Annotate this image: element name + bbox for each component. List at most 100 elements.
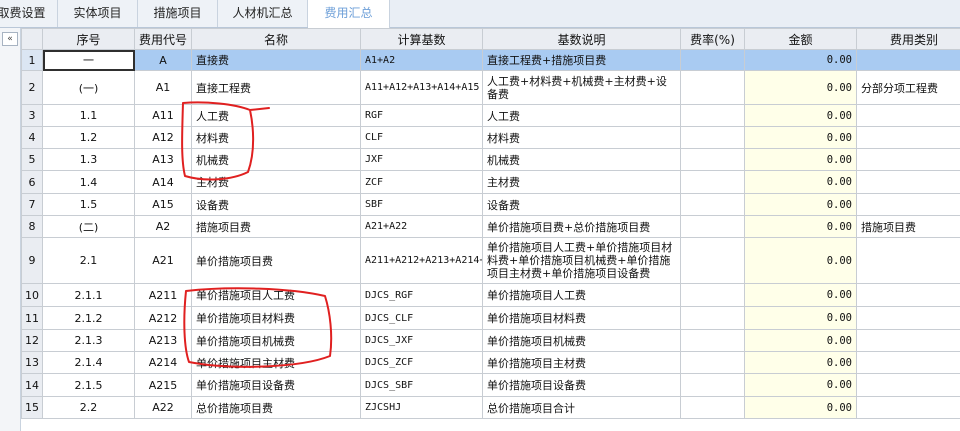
cell-name[interactable]: 材料费 bbox=[191, 126, 361, 149]
cell-seq[interactable]: 2.1.3 bbox=[42, 329, 135, 352]
table-row[interactable]: 3 1.1 A11 人工费 RGF 人工费 0.00 bbox=[21, 104, 960, 127]
cell-rate[interactable] bbox=[680, 126, 745, 149]
table-row[interactable]: 15 2.2 A22 总价措施项目费 ZJCSHJ 总价措施项目合计 0.00 bbox=[21, 396, 960, 419]
cell-seq[interactable]: 2.1 bbox=[42, 237, 135, 284]
cell-code[interactable]: A2 bbox=[134, 215, 192, 238]
table-row[interactable]: 13 2.1.4 A214 单价措施项目主材费 DJCS_ZCF 单价措施项目主材费 0.0… bbox=[21, 351, 960, 374]
header-base[interactable]: 计算基数 bbox=[360, 28, 483, 50]
collapse-icon[interactable]: « bbox=[2, 32, 18, 46]
tab-entity-items[interactable]: 实体项目 bbox=[58, 0, 138, 27]
cell-name[interactable]: 直接工程费 bbox=[191, 70, 361, 105]
cell-base-desc[interactable]: 单价措施项目人工费 bbox=[482, 283, 681, 307]
cell-name[interactable]: 单价措施项目设备费 bbox=[191, 373, 361, 397]
cell-category[interactable] bbox=[856, 283, 960, 307]
cell-name[interactable]: 单价措施项目人工费 bbox=[191, 283, 361, 307]
tab-labor-material-summary[interactable]: 人材机汇总 bbox=[218, 0, 308, 27]
table-row[interactable]: 92.1A21单价措施项目费A211+A212+A213+A214+A215单价… bbox=[21, 237, 960, 284]
cell-base[interactable]: JXF bbox=[360, 148, 483, 171]
cell-name[interactable]: 单价措施项目费 bbox=[191, 237, 361, 284]
cell-rate[interactable] bbox=[680, 283, 745, 307]
cell-seq[interactable]: (二) bbox=[42, 215, 135, 238]
cell-amount[interactable]: 0.00 bbox=[744, 283, 857, 307]
cell-category[interactable] bbox=[856, 104, 960, 127]
cell-code[interactable]: A212 bbox=[134, 306, 192, 330]
cell-base[interactable]: A1+A2 bbox=[360, 49, 483, 71]
cell-base[interactable]: A11+A12+A13+A14+A15 bbox=[360, 70, 483, 105]
cell-seq[interactable]: 2.1.4 bbox=[42, 351, 135, 374]
cell-category[interactable] bbox=[856, 49, 960, 71]
table-row[interactable]: 8 (二) A2 措施项目费 A21+A22 单价措施项目费+总价措施项目费 0.00 措施项… bbox=[21, 215, 960, 238]
cell-amount[interactable]: 0.00 bbox=[744, 237, 857, 284]
cell-rate[interactable] bbox=[680, 306, 745, 330]
cell-base-desc[interactable]: 单价措施项目材料费 bbox=[482, 306, 681, 330]
cell-base[interactable]: A211+A212+A213+A214+A215 bbox=[360, 237, 483, 284]
cell-seq[interactable]: 一 bbox=[42, 49, 135, 71]
cell-code[interactable]: A1 bbox=[134, 70, 192, 105]
cell-base[interactable]: RGF bbox=[360, 104, 483, 127]
header-seq[interactable]: 序号 bbox=[42, 28, 135, 50]
table-row[interactable]: 7 1.5 A15 设备费 SBF 设备费 0.00 bbox=[21, 193, 960, 216]
cell-category[interactable]: 分部分项工程费 bbox=[856, 70, 960, 105]
cell-base-desc[interactable]: 直接工程费+措施项目费 bbox=[482, 49, 681, 71]
cell-code[interactable]: A21 bbox=[134, 237, 192, 284]
table-row[interactable]: 14 2.1.5 A215 单价措施项目设备费 DJCS_SBF 单价措施项目设备费 0.0… bbox=[21, 373, 960, 397]
cell-name[interactable]: 主材费 bbox=[191, 170, 361, 194]
cell-name[interactable]: 措施项目费 bbox=[191, 215, 361, 238]
header-category[interactable]: 费用类别 bbox=[856, 28, 960, 50]
cell-name[interactable]: 设备费 bbox=[191, 193, 361, 216]
cell-base[interactable]: A21+A22 bbox=[360, 215, 483, 238]
cell-base-desc[interactable]: 单价措施项目人工费+单价措施项目材料费+单价措施项目机械费+单价措施项目主材费+… bbox=[482, 237, 681, 284]
cell-category[interactable] bbox=[856, 329, 960, 352]
cell-name[interactable]: 单价措施项目主材费 bbox=[191, 351, 361, 374]
cell-seq[interactable]: 2.1.1 bbox=[42, 283, 135, 307]
cell-amount[interactable]: 0.00 bbox=[744, 351, 857, 374]
cell-category[interactable] bbox=[856, 237, 960, 284]
cell-code[interactable]: A11 bbox=[134, 104, 192, 127]
cell-amount[interactable]: 0.00 bbox=[744, 170, 857, 194]
table-row[interactable]: 12 2.1.3 A213 单价措施项目机械费 DJCS_JXF 单价措施项目机械费 0.0… bbox=[21, 329, 960, 352]
cell-code[interactable]: A22 bbox=[134, 396, 192, 419]
cell-amount[interactable]: 0.00 bbox=[744, 215, 857, 238]
cell-amount[interactable]: 0.00 bbox=[744, 49, 857, 71]
cell-base-desc[interactable]: 单价措施项目费+总价措施项目费 bbox=[482, 215, 681, 238]
cell-category[interactable] bbox=[856, 306, 960, 330]
cell-rate[interactable] bbox=[680, 237, 745, 284]
header-code[interactable]: 费用代号 bbox=[134, 28, 192, 50]
table-row[interactable]: 1 一 A 直接费 A1+A2 直接工程费+措施项目费 0.00 bbox=[21, 49, 960, 71]
tab-cost-summary[interactable]: 费用汇总 bbox=[308, 0, 390, 28]
cell-category[interactable] bbox=[856, 170, 960, 194]
cell-category[interactable] bbox=[856, 193, 960, 216]
header-amount[interactable]: 金额 bbox=[744, 28, 857, 50]
cell-base[interactable]: DJCS_SBF bbox=[360, 373, 483, 397]
cell-amount[interactable]: 0.00 bbox=[744, 193, 857, 216]
cell-category[interactable]: 措施项目费 bbox=[856, 215, 960, 238]
cell-amount[interactable]: 0.00 bbox=[744, 148, 857, 171]
cell-amount[interactable]: 0.00 bbox=[744, 373, 857, 397]
cell-code[interactable]: A bbox=[134, 49, 192, 71]
cell-name[interactable]: 总价措施项目费 bbox=[191, 396, 361, 419]
table-row[interactable]: 11 2.1.2 A212 单价措施项目材料费 DJCS_CLF 单价措施项目材料费 0.0… bbox=[21, 306, 960, 330]
cell-code[interactable]: A15 bbox=[134, 193, 192, 216]
cell-amount[interactable]: 0.00 bbox=[744, 396, 857, 419]
table-row[interactable]: 4 1.2 A12 材料费 CLF 材料费 0.00 bbox=[21, 126, 960, 149]
cell-rate[interactable] bbox=[680, 70, 745, 105]
cell-seq[interactable]: 1.3 bbox=[42, 148, 135, 171]
cell-category[interactable] bbox=[856, 396, 960, 419]
cell-base-desc[interactable]: 单价措施项目机械费 bbox=[482, 329, 681, 352]
cell-amount[interactable]: 0.00 bbox=[744, 126, 857, 149]
cell-code[interactable]: A213 bbox=[134, 329, 192, 352]
cell-category[interactable] bbox=[856, 148, 960, 171]
cell-rate[interactable] bbox=[680, 49, 745, 71]
cell-code[interactable]: A12 bbox=[134, 126, 192, 149]
cell-base[interactable]: CLF bbox=[360, 126, 483, 149]
cell-base-desc[interactable]: 主材费 bbox=[482, 170, 681, 194]
cell-amount[interactable]: 0.00 bbox=[744, 104, 857, 127]
cell-base-desc[interactable]: 材料费 bbox=[482, 126, 681, 149]
cell-rate[interactable] bbox=[680, 148, 745, 171]
cell-name[interactable]: 单价措施项目机械费 bbox=[191, 329, 361, 352]
cell-base[interactable]: DJCS_RGF bbox=[360, 283, 483, 307]
cell-amount[interactable]: 0.00 bbox=[744, 306, 857, 330]
cell-base-desc[interactable]: 机械费 bbox=[482, 148, 681, 171]
cell-code[interactable]: A215 bbox=[134, 373, 192, 397]
cell-name[interactable]: 直接费 bbox=[191, 49, 361, 71]
